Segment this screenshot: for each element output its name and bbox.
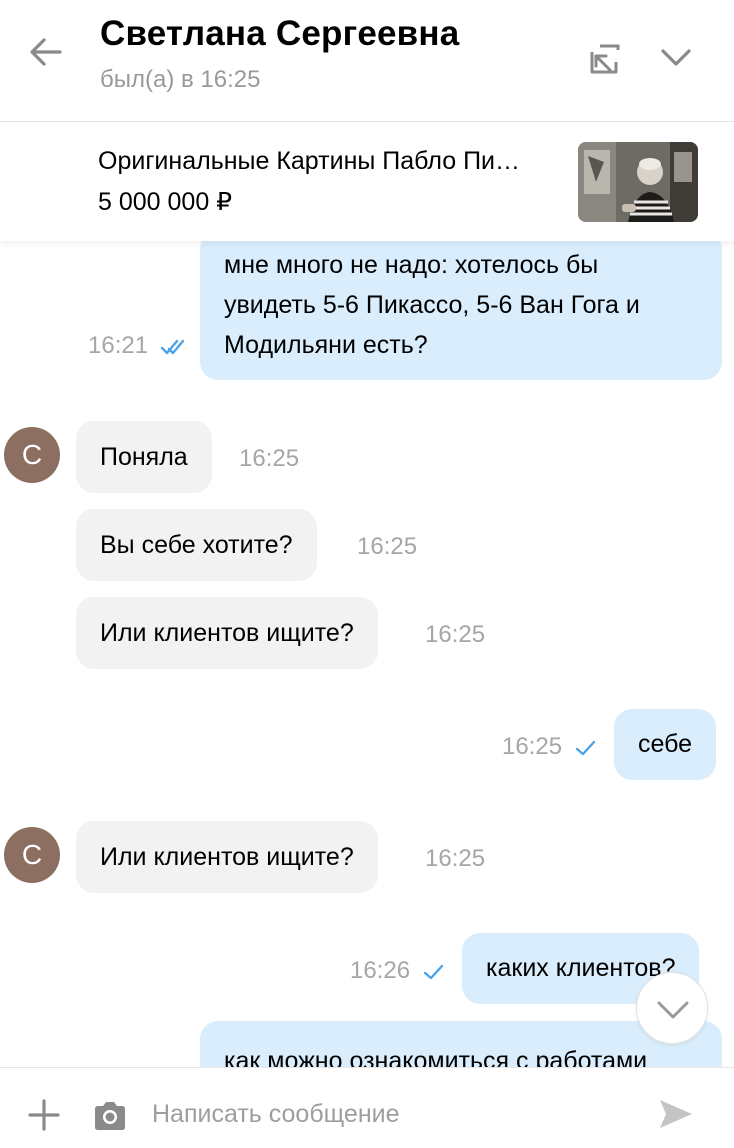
- chat-menu-button[interactable]: [656, 38, 696, 78]
- double-check-icon: [160, 339, 185, 355]
- message-input[interactable]: [152, 1094, 612, 1134]
- contact-avatar[interactable]: С: [4, 827, 60, 883]
- message-composer: [0, 1067, 734, 1148]
- open-in-window-button[interactable]: [586, 40, 624, 78]
- message-text-line: увидеть 5-6 Пикассо, 5-6 Ван Гога и: [224, 291, 640, 319]
- message-text: Или клиентов ищите?: [100, 843, 354, 871]
- message-text: себе: [638, 730, 693, 758]
- message-time: 16:25: [425, 621, 486, 648]
- message-time: 16:25: [239, 445, 300, 472]
- camera-icon: [95, 1102, 125, 1130]
- listing-price: 5 000 000 ₽: [98, 188, 233, 216]
- camera-button[interactable]: [92, 1100, 128, 1132]
- message-text-line: Модильяни есть?: [224, 331, 428, 359]
- listing-card[interactable]: Оригинальные Картины Пабло Пи… 5 000 000…: [0, 123, 734, 241]
- listing-title: Оригинальные Картины Пабло Пи…: [98, 147, 521, 175]
- send-button[interactable]: [656, 1096, 696, 1132]
- check-icon: [423, 964, 444, 980]
- message-time: 16:25: [502, 733, 563, 760]
- scroll-to-bottom-button[interactable]: [636, 972, 708, 1044]
- send-icon: [660, 1100, 692, 1128]
- outgoing-message-bubble[interactable]: себе: [614, 709, 717, 780]
- chevron-down-icon: [657, 1001, 689, 1019]
- message-text: Вы себе хотите?: [100, 531, 293, 559]
- message-time: 16:25: [425, 845, 486, 872]
- plus-icon: [28, 1099, 60, 1131]
- message-time: 16:26: [350, 957, 411, 984]
- message-time: 16:21: [88, 332, 149, 359]
- incoming-message-bubble[interactable]: Или клиентов ищите?: [76, 821, 378, 893]
- listing-photo: [578, 142, 698, 222]
- message-text-line: мне много не надо: хотелось бы: [224, 251, 599, 279]
- arrow-left-icon: [30, 38, 62, 66]
- message-text: Или клиентов ищите?: [100, 619, 354, 647]
- contact-status: был(а) в 16:25: [100, 66, 261, 93]
- incoming-message-bubble[interactable]: Вы себе хотите?: [76, 509, 317, 581]
- attach-button[interactable]: [26, 1097, 62, 1133]
- message-text: как можно ознакомиться с работами: [224, 1047, 648, 1067]
- contact-name[interactable]: Светлана Сергеевна: [100, 14, 459, 54]
- message-text: Поняла: [100, 443, 188, 471]
- chat-header: Светлана Сергеевна был(а) в 16:25: [0, 0, 734, 122]
- message-time: 16:25: [357, 533, 418, 560]
- chevron-down-icon: [661, 49, 691, 66]
- open-in-window-icon: [590, 44, 620, 74]
- outgoing-message-bubble[interactable]: мне много не надо: хотелось бы увидеть 5…: [200, 241, 722, 380]
- contact-avatar[interactable]: С: [4, 427, 60, 483]
- back-button[interactable]: [24, 30, 68, 74]
- message-list[interactable]: мне много не надо: хотелось бы увидеть 5…: [0, 241, 734, 1067]
- check-icon: [575, 740, 596, 756]
- incoming-message-bubble[interactable]: Поняла: [76, 421, 212, 493]
- incoming-message-bubble[interactable]: Или клиентов ищите?: [76, 597, 378, 669]
